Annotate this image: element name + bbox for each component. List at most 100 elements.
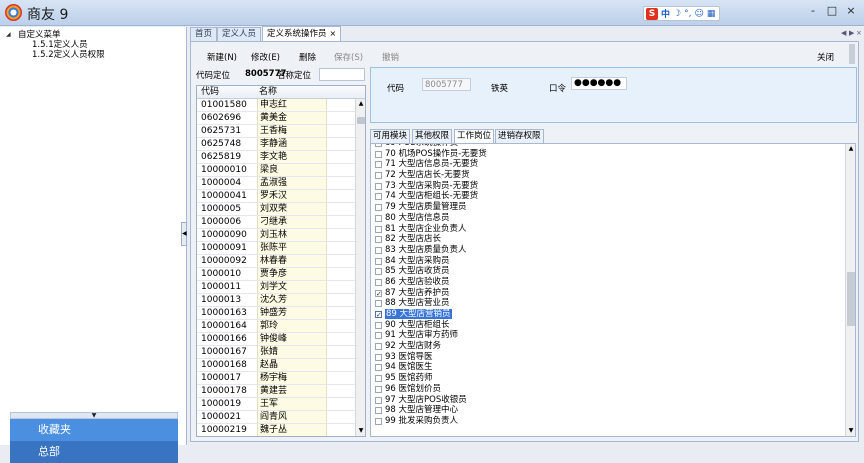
position-checkbox[interactable] — [375, 236, 382, 244]
name-search-input[interactable] — [319, 68, 365, 81]
table-row[interactable]: 10000164 郭玲 — [197, 320, 365, 333]
list-item[interactable]: 97 大型店POS收银员 — [371, 395, 855, 406]
list-item[interactable]: 80 大型店信息员 — [371, 213, 855, 224]
close-window-button[interactable]: × — [843, 3, 859, 19]
code-search-input[interactable]: 8005777 — [245, 68, 286, 81]
ime-logo-icon[interactable]: S — [646, 7, 658, 20]
list-item[interactable]: 85 大型店收货员 — [371, 266, 855, 277]
list-item[interactable]: 84 大型店采购员 — [371, 256, 855, 267]
grid-scrollbar[interactable]: ▲ ▼ — [355, 99, 365, 436]
sidebar-splitter[interactable]: ▼ — [10, 412, 178, 419]
undo-button[interactable]: 撤销 — [382, 51, 399, 63]
list-item[interactable]: 86 大型店验收员 — [371, 277, 855, 288]
position-checkbox[interactable] — [375, 144, 382, 147]
position-checkbox[interactable] — [375, 257, 382, 265]
position-checkbox[interactable] — [375, 353, 382, 361]
tree-node-custom-menu[interactable]: ◢ 自定义菜单 — [6, 30, 105, 40]
table-row[interactable]: 10000092 林春春 — [197, 255, 365, 268]
ime-punct-icon[interactable]: °, — [684, 9, 691, 19]
table-row[interactable]: 10000167 张婧 — [197, 346, 365, 359]
list-item[interactable]: 99 批发采购负责人 — [371, 416, 855, 427]
list-item[interactable]: 98 大型店管理中心 — [371, 405, 855, 416]
list-item[interactable]: ✓ 89 大型店营销员 — [371, 309, 855, 320]
position-checkbox[interactable] — [375, 150, 382, 158]
nav-favorites[interactable]: 收藏夹 — [10, 419, 178, 441]
list-item[interactable]: 73 大型店采购员-无要货 — [371, 181, 855, 192]
ime-toolbar[interactable]: S 中 ☽ °, ☺ ▦ — [643, 6, 720, 21]
close-page-button[interactable]: 关闭 — [817, 51, 834, 63]
position-checkbox[interactable] — [375, 214, 382, 222]
list-item[interactable]: 74 大型店柜组长-无要货 — [371, 191, 855, 202]
list-item[interactable]: 82 大型店店长 — [371, 234, 855, 245]
table-row[interactable]: 10000091 张陈平 — [197, 242, 365, 255]
tab-scroll-right-icon[interactable]: ▶ — [849, 29, 854, 37]
table-row[interactable]: 0602696 黄美金 — [197, 112, 365, 125]
maximize-button[interactable]: □ — [824, 3, 840, 19]
nav-headquarters[interactable]: 总部 — [10, 441, 178, 463]
tab-define-operators[interactable]: 定义系统操作员 × — [262, 26, 342, 42]
password-field[interactable]: ●●●●●● — [571, 77, 627, 90]
delete-button[interactable]: 删除 — [299, 51, 316, 63]
position-checkbox[interactable] — [375, 182, 382, 190]
list-item[interactable]: ✓ 87 大型店养护员 — [371, 288, 855, 299]
list-item[interactable]: 92 大型店财务 — [371, 341, 855, 352]
list-item[interactable]: 90 大型店柜组长 — [371, 320, 855, 331]
scroll-up-icon[interactable]: ▲ — [357, 100, 365, 108]
table-row[interactable]: 1000006 刁继承 — [197, 216, 365, 229]
list-item[interactable]: 83 大型店质量负责人 — [371, 245, 855, 256]
position-checkbox[interactable] — [375, 172, 382, 180]
position-checkbox[interactable] — [375, 332, 382, 340]
table-row[interactable]: 01001580 申志红 — [197, 99, 365, 112]
table-row[interactable]: 1000010 贾争彦 — [197, 268, 365, 281]
save-button[interactable]: 保存(S) — [334, 51, 363, 63]
tab-close-icon[interactable]: × — [856, 29, 862, 37]
list-item[interactable]: 81 大型店企业负责人 — [371, 224, 855, 235]
position-checkbox[interactable] — [375, 225, 382, 233]
minimize-button[interactable]: - — [805, 3, 821, 19]
position-scrollbar[interactable]: ▲ ▼ — [845, 144, 855, 436]
position-checkbox[interactable] — [375, 268, 382, 276]
list-item[interactable]: 72 大型店店长-无要货 — [371, 170, 855, 181]
tab-other-permissions[interactable]: 其他权限 — [412, 129, 453, 143]
position-checkbox[interactable] — [375, 396, 382, 404]
table-row[interactable]: 10000090 刘玉林 — [197, 229, 365, 242]
tab-define-staff[interactable]: 定义人员 — [217, 27, 262, 42]
ime-moon-icon[interactable]: ☽ — [673, 9, 681, 19]
position-checkbox[interactable] — [375, 321, 382, 329]
scroll-down-icon[interactable]: ▼ — [357, 427, 365, 435]
tab-inventory-permissions[interactable]: 进销存权限 — [495, 129, 544, 143]
close-tab-icon[interactable]: × — [330, 29, 337, 38]
list-item[interactable]: 96 医馆划价员 — [371, 384, 855, 395]
list-item[interactable]: 71 大型店信息员-无要货 — [371, 159, 855, 170]
list-item[interactable]: 88 大型店营业员 — [371, 298, 855, 309]
position-scroll-thumb[interactable] — [847, 272, 855, 326]
position-checkbox[interactable]: ✓ — [375, 311, 382, 319]
table-row[interactable]: 10000168 赵晶 — [197, 359, 365, 372]
position-checkbox[interactable] — [375, 343, 382, 351]
position-checkbox[interactable] — [375, 161, 382, 169]
position-checkbox[interactable]: ✓ — [375, 289, 382, 297]
table-row[interactable]: 10000041 罗禾汉 — [197, 190, 365, 203]
list-item[interactable]: 94 医馆医生 — [371, 362, 855, 373]
table-row[interactable]: 10000178 黄建芸 — [197, 385, 365, 398]
position-checkbox[interactable] — [375, 300, 382, 308]
grid-header-name[interactable]: 名称 — [257, 86, 327, 98]
table-row[interactable]: 1000011 刘学文 — [197, 281, 365, 294]
list-item[interactable]: 79 大型店质量管理员 — [371, 202, 855, 213]
position-checkbox[interactable] — [375, 278, 382, 286]
edit-button[interactable]: 修改(E) — [251, 51, 280, 63]
table-row[interactable]: 0625819 李文艳 — [197, 151, 365, 164]
position-checkbox[interactable] — [375, 204, 382, 212]
position-checkbox[interactable] — [375, 417, 382, 425]
ime-settings-icon[interactable]: ▦ — [707, 9, 716, 19]
table-row[interactable]: 10000010 梁良 — [197, 164, 365, 177]
table-row[interactable]: 0625748 李静涵 — [197, 138, 365, 151]
position-checkbox[interactable] — [375, 246, 382, 254]
position-checkbox[interactable] — [375, 385, 382, 393]
tree-node-define-staff-permissions[interactable]: 1.5.2定义人员权限 — [10, 50, 105, 60]
expand-triangle-icon[interactable]: ◢ — [6, 30, 11, 40]
table-row[interactable]: 1000017 杨宇梅 — [197, 372, 365, 385]
table-row[interactable]: 10000166 钟俊峰 — [197, 333, 365, 346]
list-item[interactable]: 91 大型店审方药师 — [371, 330, 855, 341]
position-checkbox[interactable] — [375, 407, 382, 415]
